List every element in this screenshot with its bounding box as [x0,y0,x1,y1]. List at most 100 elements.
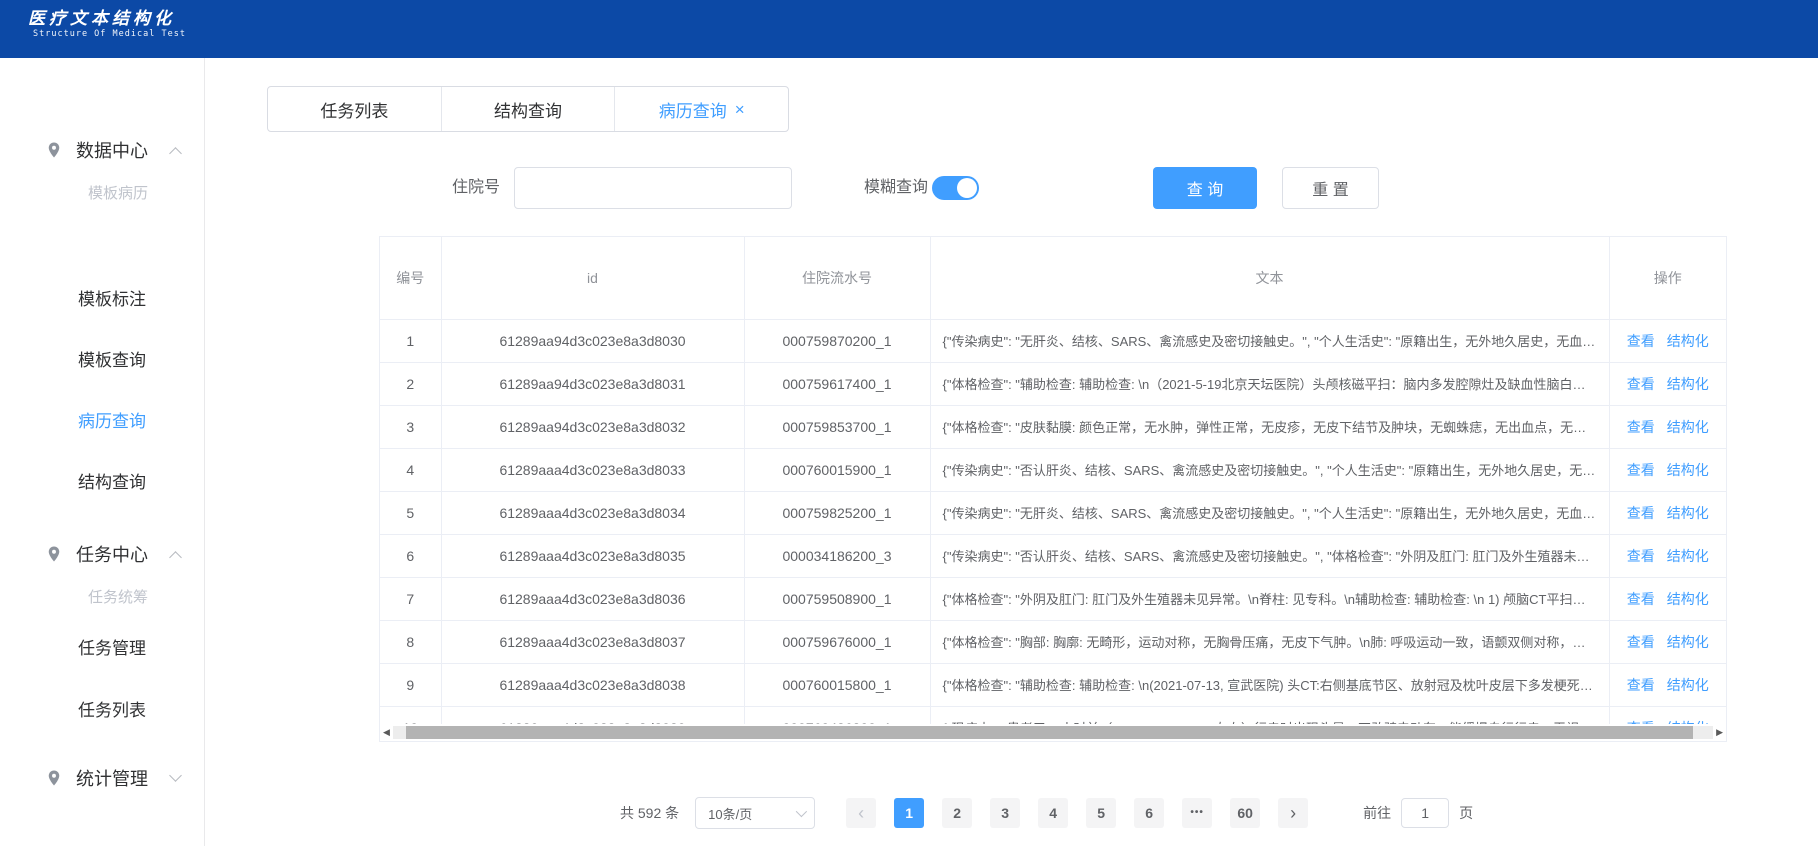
sidebar-group-statistics[interactable]: 统计管理 [0,758,204,798]
structure-link[interactable]: 结构化 [1667,462,1709,478]
sidebar-item-task-planning[interactable]: 任务统筹 [88,585,148,611]
sidebar-item-record-query[interactable]: 病历查询 [78,409,146,435]
cell-text: {"体格检查": "辅助检查: 辅助检查: \n(2021-07-13, 宣武医… [930,663,1609,706]
structure-link[interactable]: 结构化 [1667,677,1709,693]
cell-text: {"体格检查": "皮肤黏膜: 颜色正常，无水肿，弹性正常，无皮疹，无皮下结节及… [930,405,1609,448]
scroll-left-icon[interactable]: ◀ [383,724,390,741]
sidebar-item-task-manage[interactable]: 任务管理 [78,636,146,662]
view-link[interactable]: 查看 [1627,462,1655,478]
prev-page-button[interactable]: ‹ [846,798,876,828]
structure-link[interactable]: 结构化 [1667,419,1709,435]
page-button-5[interactable]: 5 [1086,798,1116,828]
scroll-right-icon[interactable]: ▶ [1716,724,1723,741]
view-link[interactable]: 查看 [1627,505,1655,521]
horizontal-scrollbar[interactable]: ◀ ▶ [380,724,1726,741]
table-row: 9 61289aaa4d3c023e8a3d8038 000760015800_… [380,663,1726,706]
tab-label: 任务列表 [320,97,388,122]
cell-no: 7 [380,577,441,620]
cell-id: 61289aa94d3c023e8a3d8030 [441,319,744,362]
page-button-4[interactable]: 4 [1038,798,1068,828]
view-link[interactable]: 查看 [1627,376,1655,392]
app-logo: 医疗文本结构化 Structure Of Medical Test [28,9,186,39]
app-subtitle: Structure Of Medical Test [33,29,186,39]
app-header: 医疗文本结构化 Structure Of Medical Test [0,0,1818,58]
table-row: 5 61289aaa4d3c023e8a3d8034 000759825200_… [380,491,1726,534]
structure-link[interactable]: 结构化 [1667,548,1709,564]
cell-serial: 000759508900_1 [744,577,930,620]
cell-serial: 000759617400_1 [744,362,930,405]
table-row: 8 61289aaa4d3c023e8a3d8037 000759676000_… [380,620,1726,663]
next-page-button[interactable]: › [1278,798,1308,828]
cell-id: 61289aaa4d3c023e8a3d8034 [441,491,744,534]
cell-serial: 000759825200_1 [744,491,930,534]
view-link[interactable]: 查看 [1627,419,1655,435]
sidebar-group-task-center[interactable]: 任务中心 [0,534,204,574]
goto-page-input[interactable] [1401,798,1449,828]
cell-serial: 000034186200_3 [744,534,930,577]
view-link[interactable]: 查看 [1627,634,1655,650]
page-button-3[interactable]: 3 [990,798,1020,828]
location-pin-icon [45,769,63,787]
view-link[interactable]: 查看 [1627,591,1655,607]
scrollbar-track[interactable] [393,726,1713,739]
page-button-6[interactable]: 6 [1134,798,1164,828]
structure-link[interactable]: 结构化 [1667,333,1709,349]
structure-link[interactable]: 结构化 [1667,376,1709,392]
more-pages-button[interactable]: ••• [1182,798,1212,828]
page-button-1[interactable]: 1 [894,798,924,828]
table-row: 2 61289aa94d3c023e8a3d8031 000759617400_… [380,362,1726,405]
cell-no: 1 [380,319,441,362]
admission-no-input[interactable] [514,167,792,209]
tab-label: 结构查询 [494,97,562,122]
admission-no-label: 住院号 [452,167,500,209]
page-size-select[interactable]: 10条/页 [695,797,815,829]
results-table: 编号 id 住院流水号 文本 操作 1 61289aa94d3c023e8a3d… [379,236,1727,742]
sidebar-group-data-center[interactable]: 数据中心 [0,130,204,170]
cell-text: {"体格检查": "外阴及肛门: 肛门及外生殖器未见异常。\n脊柱: 见专科。\… [930,577,1609,620]
table-header-row: 编号 id 住院流水号 文本 操作 [380,237,1726,319]
structure-link[interactable]: 结构化 [1667,634,1709,650]
cell-id: 61289aaa4d3c023e8a3d8036 [441,577,744,620]
sidebar-item-template-record[interactable]: 模板病历 [88,181,148,207]
page-button-2[interactable]: 2 [942,798,972,828]
cell-text: {"传染病史": "无肝炎、结核、SARS、禽流感史及密切接触史。", "个人生… [930,319,1609,362]
sidebar-item-template-annotate[interactable]: 模板标注 [78,287,146,313]
sidebar-item-template-query[interactable]: 模板查询 [78,348,146,374]
tab-task-list[interactable]: 任务列表 [268,87,441,131]
page-button-60[interactable]: 60 [1230,798,1260,828]
goto-suffix-label: 页 [1459,803,1473,823]
fuzzy-query-label: 模糊查询 [864,167,928,209]
cell-text: {"传染病史": "无肝炎、结核、SARS、禽流感史及密切接触史。", "个人生… [930,491,1609,534]
sidebar-item-structure-query[interactable]: 结构查询 [78,470,146,496]
structure-link[interactable]: 结构化 [1667,505,1709,521]
cell-serial: 000760015900_1 [744,448,930,491]
table-row: 4 61289aaa4d3c023e8a3d8033 000760015900_… [380,448,1726,491]
cell-actions: 查看结构化 [1609,620,1726,663]
cell-no: 9 [380,663,441,706]
cell-actions: 查看结构化 [1609,663,1726,706]
goto-page-group: 前往 页 [1363,798,1473,828]
sidebar-item-task-list[interactable]: 任务列表 [78,698,146,724]
tab-structure-query[interactable]: 结构查询 [441,87,615,131]
scrollbar-thumb[interactable] [406,726,1693,739]
cell-text: {"体格检查": "辅助检查: 辅助检查: \n（2021-5-19北京天坛医院… [930,362,1609,405]
cell-actions: 查看结构化 [1609,577,1726,620]
reset-button[interactable]: 重 置 [1282,167,1379,209]
cell-actions: 查看结构化 [1609,319,1726,362]
cell-text: {"传染病史": "否认肝炎、结核、SARS、禽流感史及密切接触史。", "体格… [930,534,1609,577]
location-pin-icon [45,141,63,159]
tab-record-query[interactable]: 病历查询 × [614,87,788,131]
close-icon[interactable]: × [735,101,745,118]
view-link[interactable]: 查看 [1627,548,1655,564]
cell-actions: 查看结构化 [1609,405,1726,448]
col-header-serial: 住院流水号 [744,237,930,319]
structure-link[interactable]: 结构化 [1667,591,1709,607]
cell-no: 5 [380,491,441,534]
view-link[interactable]: 查看 [1627,677,1655,693]
query-button[interactable]: 查 询 [1153,167,1257,209]
fuzzy-query-toggle[interactable] [932,176,979,200]
cell-actions: 查看结构化 [1609,362,1726,405]
cell-actions: 查看结构化 [1609,491,1726,534]
tab-label: 病历查询 [659,97,727,122]
view-link[interactable]: 查看 [1627,333,1655,349]
